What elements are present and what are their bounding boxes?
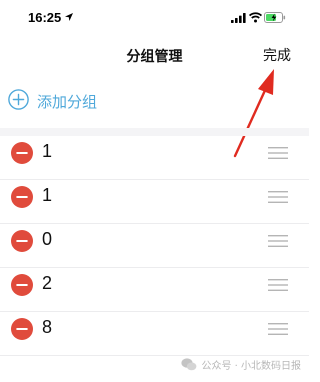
- list-item: 1: [0, 180, 309, 224]
- delete-minus-icon[interactable]: [11, 230, 33, 252]
- group-name: 1: [42, 185, 53, 205]
- drag-handle-icon[interactable]: [268, 322, 288, 336]
- add-group-label: 添加分组: [37, 93, 98, 111]
- group-name: 8: [42, 317, 53, 337]
- section-divider: [0, 128, 309, 136]
- status-bar: 16:25: [0, 0, 309, 38]
- group-list: 1 1 0 2 8: [0, 136, 309, 356]
- delete-minus-icon[interactable]: [11, 142, 33, 164]
- wechat-icon: [181, 358, 197, 371]
- watermark-text: 公众号 · 小北数码日报: [201, 361, 301, 372]
- add-group-button[interactable]: 添加分组: [0, 84, 309, 118]
- list-item: 1: [0, 136, 309, 180]
- group-name: 0: [42, 229, 53, 249]
- list-item: 8: [0, 312, 309, 356]
- done-button[interactable]: 完成: [263, 45, 291, 65]
- list-item: 0: [0, 224, 309, 268]
- delete-minus-icon[interactable]: [11, 318, 33, 340]
- group-name: 2: [42, 273, 53, 293]
- location-arrow-icon: [65, 13, 73, 21]
- drag-handle-icon[interactable]: [268, 190, 288, 204]
- wifi-icon: [249, 12, 262, 23]
- battery-charging-icon: [264, 12, 286, 23]
- drag-handle-icon[interactable]: [268, 278, 288, 292]
- plus-circle-icon: [8, 89, 29, 110]
- list-item: 2: [0, 268, 309, 312]
- delete-minus-icon[interactable]: [11, 274, 33, 296]
- group-name: 1: [42, 141, 53, 161]
- delete-minus-icon[interactable]: [11, 186, 33, 208]
- watermark: 公众号 · 小北数码日报: [181, 357, 301, 372]
- status-time: 16:25: [28, 10, 62, 25]
- drag-handle-icon[interactable]: [268, 146, 288, 160]
- drag-handle-icon[interactable]: [268, 234, 288, 248]
- cellular-signal-icon: [231, 13, 246, 23]
